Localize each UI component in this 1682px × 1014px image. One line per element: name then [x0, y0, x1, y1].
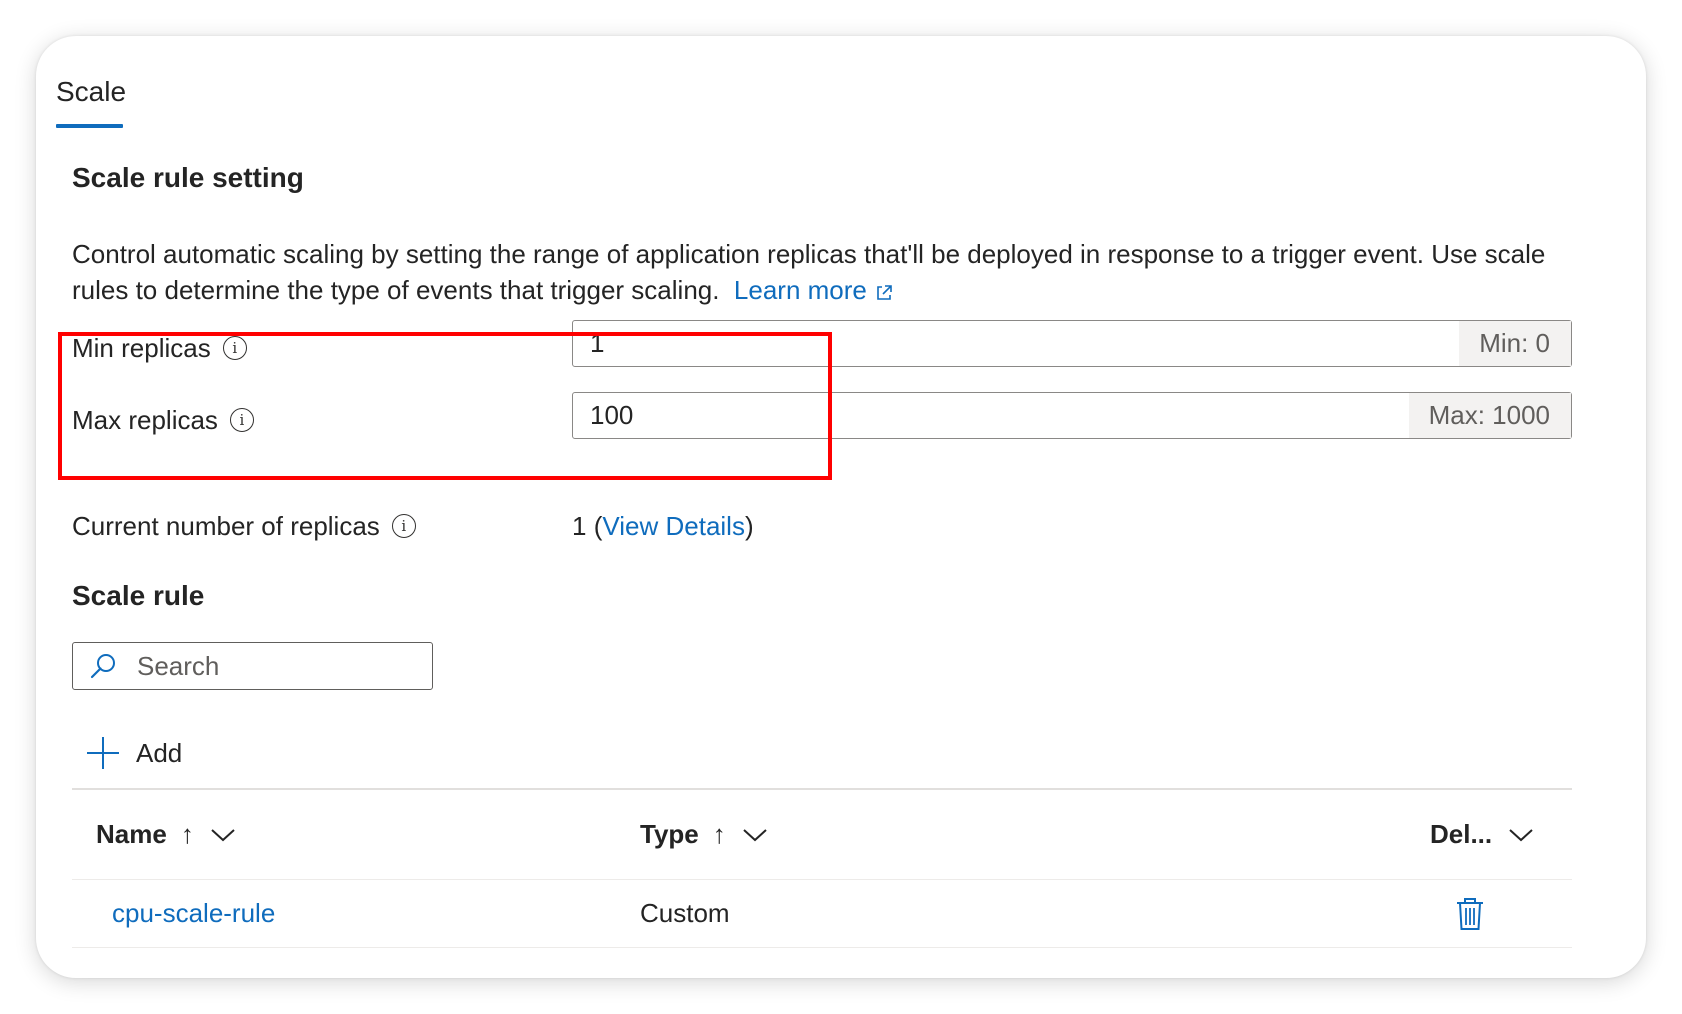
column-name-label[interactable]: Name: [96, 819, 167, 850]
trash-icon[interactable]: [1455, 897, 1485, 931]
current-replicas-value: 1 (View Details): [572, 506, 754, 546]
sort-ascending-icon: ↑: [180, 819, 194, 849]
external-link-icon: [877, 285, 892, 300]
add-label[interactable]: Add: [136, 738, 182, 769]
section-title: Scale rule setting: [72, 162, 304, 193]
sort-ascending-icon: ↑: [712, 819, 726, 849]
close-paren: ): [744, 511, 754, 541]
add-button[interactable]: Add: [86, 736, 182, 770]
chevron-down-icon[interactable]: [210, 827, 236, 843]
current-replicas-label: Current number of replicas: [72, 510, 380, 541]
search-input[interactable]: [137, 650, 397, 682]
search-icon: [90, 654, 115, 679]
scale-panel: Scale Scale rule setting Control automat…: [36, 36, 1646, 978]
tab-active-indicator: [56, 124, 123, 128]
learn-more-label[interactable]: Learn more: [734, 275, 867, 305]
current-replicas-count: 1: [572, 511, 587, 541]
highlight-box: [58, 332, 832, 480]
section-description: Control automatic scaling by setting the…: [72, 236, 1592, 308]
scale-rule-table: Name ↑ Type ↑ Del... cpu-scale-rule Cust…: [72, 788, 1572, 948]
search-box[interactable]: [72, 642, 433, 690]
plus-icon: [87, 737, 119, 769]
chevron-down-icon[interactable]: [1508, 827, 1534, 843]
column-header-delete[interactable]: Del...: [1430, 819, 1534, 850]
min-replicas-suffix: Min: 0: [1459, 321, 1571, 366]
column-header-name[interactable]: Name ↑: [96, 819, 640, 850]
info-icon[interactable]: i: [391, 514, 416, 538]
column-delete-label[interactable]: Del...: [1430, 819, 1492, 850]
column-header-type[interactable]: Type ↑: [640, 819, 1430, 850]
learn-more-link[interactable]: Learn more: [734, 275, 893, 305]
tab-scale[interactable]: Scale: [56, 76, 126, 108]
rule-name-link[interactable]: cpu-scale-rule: [112, 898, 640, 929]
table-row: cpu-scale-rule Custom: [72, 880, 1572, 948]
max-replicas-suffix: Max: 1000: [1408, 393, 1571, 438]
current-replicas-label-row: Current number of replicas i: [72, 506, 416, 546]
table-header: Name ↑ Type ↑ Del...: [72, 790, 1572, 880]
view-details-link[interactable]: View Details: [602, 511, 745, 541]
chevron-down-icon[interactable]: [742, 827, 768, 843]
scale-rule-title: Scale rule: [72, 580, 205, 611]
rule-type-cell: Custom: [640, 898, 730, 928]
column-type-label[interactable]: Type: [640, 819, 699, 850]
